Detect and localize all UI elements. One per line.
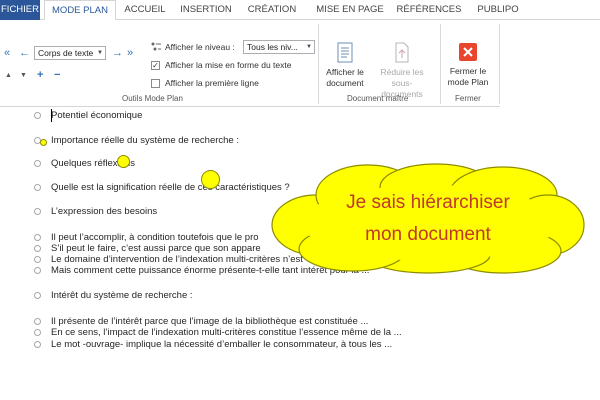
outline-bullet-icon[interactable] — [34, 184, 41, 191]
tab-fichier[interactable]: FICHIER — [0, 0, 40, 20]
ribbon-panel: « ← Corps de texte ▼ → » ▲ ▼ + − Affiche… — [0, 20, 500, 107]
promote-to-heading1-icon[interactable]: « — [4, 47, 10, 59]
show-formatting-label: Afficher la mise en forme du texte — [165, 60, 292, 70]
move-up-icon[interactable]: ▲ — [5, 70, 12, 82]
tab-creation[interactable]: CRÉATION — [240, 0, 304, 20]
tab-publipostage[interactable]: PUBLIPO — [468, 0, 528, 20]
outline-item-text[interactable]: Intérêt du système de recherche : — [51, 290, 193, 302]
callout-line-1: Je sais hiérarchiser — [346, 192, 510, 213]
pointer-highlight-dot — [40, 139, 47, 146]
chevron-down-icon: ▼ — [97, 50, 103, 56]
outline-item-text[interactable]: L’expression des besoins — [51, 206, 157, 218]
show-level-icon — [151, 42, 161, 51]
show-document-button[interactable]: Afficher le document — [322, 42, 368, 89]
show-level-dropdown[interactable]: Tous les niv... ▼ — [243, 40, 315, 54]
show-level-label: Afficher le niveau : — [165, 42, 235, 52]
group-separator — [499, 24, 500, 104]
show-level-value: Tous les niv... — [247, 42, 298, 52]
outline-bullet-icon[interactable] — [34, 256, 41, 263]
close-outline-view-button[interactable]: Fermer le mode Plan — [443, 42, 493, 88]
ribbon-tab-bar: FICHIER MODE PLAN ACCUEIL INSERTION CRÉA… — [0, 0, 600, 21]
chevron-down-icon: ▼ — [306, 44, 312, 50]
show-first-line-label: Afficher la première ligne — [165, 78, 259, 88]
outline-item-text[interactable]: Importance réelle du système de recherch… — [51, 135, 239, 147]
tab-accueil[interactable]: ACCUEIL — [118, 0, 172, 20]
move-down-icon[interactable]: ▼ — [20, 70, 27, 82]
group-label-close: Fermer — [455, 94, 481, 103]
show-document-icon — [337, 42, 353, 63]
outline-bullet-icon[interactable] — [34, 341, 41, 348]
demote-to-body-icon[interactable]: » — [127, 47, 133, 59]
tab-mise-en-page[interactable]: MISE EN PAGE — [310, 0, 390, 20]
group-separator — [440, 24, 441, 104]
outline-item-text[interactable]: En ce sens, l’impact de l’indexation mul… — [51, 327, 402, 339]
show-document-label-1: Afficher le — [326, 67, 364, 77]
group-label-outline-tools: Outils Mode Plan — [122, 94, 183, 103]
outline-bullet-icon[interactable] — [34, 329, 41, 336]
tab-references[interactable]: RÉFÉRENCES — [393, 0, 465, 20]
callout-text: Je sais hiérarchiser mon document — [268, 187, 588, 251]
collapse-subdocuments-icon — [395, 42, 409, 63]
show-formatting-checkbox[interactable]: ✓ — [151, 61, 160, 70]
collapse-subdocuments-button[interactable]: Réduire les sous- documents — [369, 42, 435, 100]
outline-bullet-icon[interactable] — [34, 292, 41, 299]
group-separator — [318, 24, 319, 104]
tab-insertion[interactable]: INSERTION — [176, 0, 236, 20]
close-outline-label-1: Fermer le — [449, 66, 487, 76]
close-outline-label-2: mode Plan — [447, 77, 489, 87]
text-cursor — [51, 109, 52, 122]
outline-bullet-icon[interactable] — [34, 267, 41, 274]
tab-mode-plan[interactable]: MODE PLAN — [44, 0, 116, 21]
group-label-master-document: Document maître — [347, 94, 409, 103]
demote-icon[interactable]: → — [112, 47, 123, 59]
outline-item-text[interactable]: Quelle est la signification réelle de ce… — [51, 182, 290, 194]
outline-bullet-icon[interactable] — [34, 234, 41, 241]
cloud-callout: Je sais hiérarchiser mon document — [268, 163, 588, 275]
outline-level-value: Corps de texte — [38, 48, 94, 58]
outline-bullet-icon[interactable] — [34, 208, 41, 215]
pointer-highlight-dot — [201, 170, 220, 189]
outline-bullet-icon[interactable] — [34, 160, 41, 167]
outline-level-dropdown[interactable]: Corps de texte ▼ — [34, 46, 106, 60]
show-document-label-2: document — [326, 78, 364, 88]
outline-bullet-icon[interactable] — [34, 245, 41, 252]
collapse-subdocuments-label-1: Réduire les sous- — [380, 67, 424, 88]
outline-item-text[interactable]: Potentiel économique — [51, 110, 142, 122]
pointer-highlight-dot — [117, 155, 130, 168]
callout-line-2: mon document — [365, 224, 491, 245]
outline-item-text[interactable]: Le mot -ouvrage- implique la nécessité d… — [51, 339, 392, 351]
outline-bullet-icon[interactable] — [34, 112, 41, 119]
outline-bullet-icon[interactable] — [34, 318, 41, 325]
expand-icon[interactable]: + — [37, 69, 43, 81]
promote-icon[interactable]: ← — [19, 47, 30, 59]
show-first-line-checkbox[interactable] — [151, 79, 160, 88]
close-icon — [459, 43, 477, 61]
collapse-icon[interactable]: − — [54, 69, 60, 81]
